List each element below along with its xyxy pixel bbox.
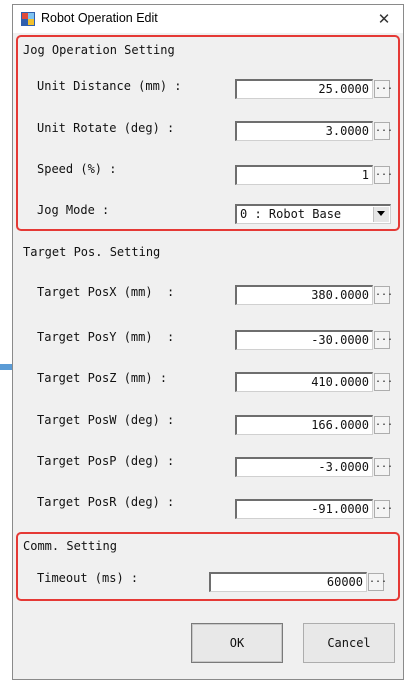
comm-setting-title: Comm. Setting bbox=[23, 539, 117, 553]
ok-button[interactable]: OK bbox=[191, 623, 283, 663]
target-posp-input[interactable]: -3.0000 bbox=[235, 457, 373, 477]
target-pos-title: Target Pos. Setting bbox=[23, 245, 161, 259]
timeout-label: Timeout (ms) : bbox=[37, 571, 139, 585]
robot-app-icon bbox=[21, 12, 35, 26]
target-posx-label: Target PosX (mm) : bbox=[37, 285, 175, 299]
target-posw-label: Target PosW (deg) : bbox=[37, 413, 175, 427]
cancel-button[interactable]: Cancel bbox=[303, 623, 395, 663]
target-posy-input[interactable]: -30.0000 bbox=[235, 330, 373, 350]
speed-browse-button[interactable]: ... bbox=[374, 166, 393, 184]
target-posy-browse-button[interactable]: ... bbox=[374, 331, 393, 349]
timeout-input[interactable]: 60000 bbox=[209, 572, 367, 592]
target-posy-label: Target PosY (mm) : bbox=[37, 330, 175, 344]
unit-distance-browse-button[interactable]: ... bbox=[374, 80, 393, 98]
unit-rotate-browse-button[interactable]: ... bbox=[374, 122, 393, 140]
target-posz-browse-button[interactable]: ... bbox=[374, 373, 393, 391]
speed-label: Speed (%) : bbox=[37, 162, 117, 176]
target-posp-label: Target PosP (deg) : bbox=[37, 454, 175, 468]
jog-operation-title: Jog Operation Setting bbox=[23, 43, 175, 57]
target-posz-input[interactable]: 410.0000 bbox=[235, 372, 373, 392]
timeout-browse-button[interactable]: ... bbox=[368, 573, 387, 591]
target-posw-browse-button[interactable]: ... bbox=[374, 416, 393, 434]
target-posz-label: Target PosZ (mm) : bbox=[37, 371, 168, 385]
window-title: Robot Operation Edit bbox=[41, 11, 158, 25]
target-posx-input[interactable]: 380.0000 bbox=[235, 285, 373, 305]
jog-mode-select[interactable]: 0 : Robot Base bbox=[235, 204, 391, 224]
jog-mode-value: 0 : Robot Base bbox=[240, 207, 342, 221]
close-icon[interactable]: ✕ bbox=[373, 9, 395, 29]
target-posx-browse-button[interactable]: ... bbox=[374, 286, 393, 304]
jog-mode-label: Jog Mode : bbox=[37, 203, 110, 217]
target-posw-input[interactable]: 166.0000 bbox=[235, 415, 373, 435]
robot-operation-edit-dialog: Robot Operation Edit ✕ Jog Operation Set… bbox=[12, 4, 404, 680]
target-posr-label: Target PosR (deg) : bbox=[37, 495, 175, 509]
title-bar: Robot Operation Edit ✕ bbox=[13, 5, 403, 33]
speed-input[interactable]: 1 bbox=[235, 165, 373, 185]
unit-rotate-input[interactable]: 3.0000 bbox=[235, 121, 373, 141]
target-posr-input[interactable]: -91.0000 bbox=[235, 499, 373, 519]
chevron-down-icon[interactable] bbox=[373, 207, 389, 222]
unit-distance-input[interactable]: 25.0000 bbox=[235, 79, 373, 99]
target-posr-browse-button[interactable]: ... bbox=[374, 500, 393, 518]
unit-distance-label: Unit Distance (mm) : bbox=[37, 79, 182, 93]
target-posp-browse-button[interactable]: ... bbox=[374, 458, 393, 476]
unit-rotate-label: Unit Rotate (deg) : bbox=[37, 121, 175, 135]
